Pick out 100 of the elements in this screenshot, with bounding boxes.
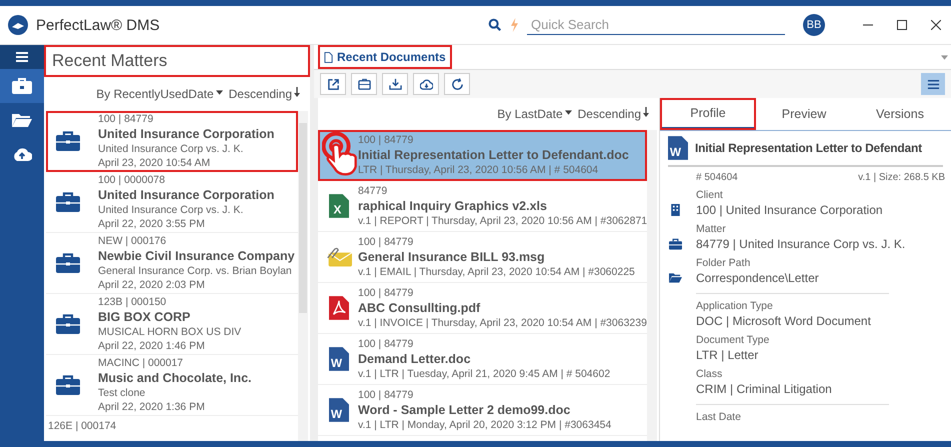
- matter-item[interactable]: MACINC | 000017 Music and Chocolate, Inc. Test clone April 22, 2020 1:36 PM: [46, 355, 298, 416]
- document-item[interactable]: 100 | 84779 General Insurance BILL 93.msg v.1 | EMAIL | Thursday, April 23, 2020 10:54 AM | #3060225: [318, 232, 648, 283]
- matter-date: April 22, 2020 3:55 PM: [98, 217, 206, 231]
- profile-tab[interactable]: Preview: [756, 98, 852, 130]
- field-value: Correspondence\Letter: [696, 270, 819, 286]
- lightning-icon: [510, 18, 519, 32]
- caret-icon[interactable]: [941, 54, 948, 60]
- field-value: 84779 | United Insurance Corp vs. J. K.: [696, 236, 906, 252]
- matter-description: United Insurance Corp vs. J. K.: [98, 142, 244, 156]
- matter-date: April 22, 2020 1:36 PM: [98, 400, 206, 414]
- matter-description: United Insurance Corp vs. J. K.: [98, 203, 244, 217]
- document-details: v.1 | LTR | Tuesday, April 21, 2020 9:45 AM | # 504602: [358, 367, 610, 381]
- email-attachment-icon: [326, 247, 352, 267]
- document-name: Demand Letter.doc: [358, 351, 472, 367]
- open-external-icon: [326, 78, 340, 90]
- pdf-file-icon: [329, 296, 349, 320]
- logo-icon: [8, 15, 28, 35]
- menu-button[interactable]: [0, 45, 44, 69]
- folder-icon: [12, 112, 32, 128]
- word-file-icon: W: [329, 398, 349, 422]
- close-icon[interactable]: [931, 20, 941, 30]
- matter-date: April 23, 2020 10:54 AM: [98, 156, 212, 170]
- panel-title: Recent Matters: [44, 45, 310, 77]
- field-value: DOC | Microsoft Word Document: [696, 313, 871, 329]
- search-icon[interactable]: [488, 18, 502, 32]
- scrollbar[interactable]: [298, 111, 308, 441]
- folder-icon: [669, 272, 682, 284]
- matter-item[interactable]: 100 | 0000078 United Insurance Corporation United Insurance Corp vs. J. K. April 22, 2020 3:55 PM: [46, 172, 298, 233]
- sort-field-dropdown[interactable]: By LastDate: [497, 107, 572, 121]
- recent-documents-tab[interactable]: Recent Documents: [318, 45, 452, 69]
- briefcase-icon: [669, 238, 682, 250]
- caret-icon: [216, 90, 223, 96]
- field-value: 100 | United Insurance Corporation: [696, 202, 883, 218]
- field-label: Application Type: [695, 299, 774, 313]
- tray-download-icon: [388, 78, 402, 90]
- field-label: Client: [695, 188, 724, 202]
- matter-code: 100 | 84779: [358, 235, 414, 249]
- matter-date: April 22, 2020 2:03 PM: [98, 278, 206, 292]
- field-label: Folder Path: [695, 256, 752, 270]
- pointer-hand-icon: [322, 132, 358, 176]
- document-item[interactable]: W 100 | 84779 Demand Letter.doc v.1 | LTR | Tuesday, April 21, 2020 9:45 AM | # 504602: [318, 334, 648, 385]
- profile-tab[interactable]: Profile: [660, 98, 756, 130]
- list-view-button[interactable]: [921, 73, 945, 95]
- sort-field-dropdown[interactable]: By RecentlyUsedDate: [96, 87, 223, 101]
- field-label: Matter: [695, 222, 727, 236]
- document-item[interactable]: W 100 | 84779 Word - Sample Letter 2 demo99.doc v.1 | LTR | Monday, April 20, 2020 3:12 PM | #3063454: [318, 385, 648, 436]
- matter-code: 100 | 84779: [358, 388, 414, 402]
- open-button[interactable]: [320, 73, 346, 95]
- checkin-button[interactable]: [382, 73, 408, 95]
- document-details: v.1 | REPORT | Thursday, April 23, 2020 10:56 AM | #3062871: [358, 214, 648, 228]
- document-icon: [324, 52, 333, 62]
- matter-description: General Insurance Corp. vs. Brian Boylan: [98, 264, 293, 278]
- matter-code: 100 | 84779: [358, 337, 414, 351]
- matter-item[interactable]: 123B | 000150 BIG BOX CORP MUSICAL HORN BOX US DIV April 22, 2020 1:46 PM: [46, 294, 298, 355]
- matter-code: 100 | 84779: [358, 133, 414, 147]
- refresh-button[interactable]: [444, 73, 470, 95]
- briefcase-icon: [358, 78, 370, 90]
- nav-item[interactable]: [0, 69, 44, 103]
- document-name: raphical Inquiry Graphics v2.xls: [358, 198, 548, 214]
- maximize-icon[interactable]: [897, 20, 907, 30]
- matter-item[interactable]: NEW | 000176 Newbie Civil Insurance Company General Insurance Corp. vs. Brian Boylan April 22, 2020 2:03 PM: [46, 233, 298, 294]
- arrow-down-icon: [294, 87, 300, 98]
- client-name: Newbie Civil Insurance Company: [98, 248, 295, 264]
- matter-code: 100 | 84779: [358, 286, 414, 300]
- document-title: Initial Representation Letter to Defendant: [695, 141, 922, 155]
- caret-icon: [564, 110, 572, 116]
- briefcase-button[interactable]: [351, 73, 377, 95]
- document-item[interactable]: 100 | 84779 Initial Representation Letter to Defendant.doc LTR | Thursday, April 23, 2020 10:56 AM | # 504604: [318, 130, 648, 181]
- briefcase-icon: [56, 131, 80, 151]
- document-item[interactable]: X 84779 raphical Inquiry Graphics v2.xls v.1 | REPORT | Thursday, April 23, 2020 10:56 AM | #3062871: [318, 181, 648, 232]
- document-details: v.1 | LTR | Monday, April 20, 2020 3:12 PM | #3063454: [358, 418, 612, 432]
- version-size: v.1 | Size: 268.5 KB: [858, 172, 945, 183]
- profile-tab[interactable]: Versions: [852, 98, 948, 130]
- refresh-icon: [450, 78, 464, 90]
- client-name: United Insurance Corporation: [98, 187, 274, 203]
- spreadsheet-file-icon: X: [329, 194, 349, 218]
- sort-order-button[interactable]: Descending: [228, 86, 300, 102]
- matter-description: MUSICAL HORN BOX US DIV: [98, 325, 242, 339]
- briefcase-icon: [12, 78, 32, 94]
- matter-code: NEW | 000176: [98, 234, 168, 248]
- document-item[interactable]: 100 | 84779 ABC Consullting.pdf v.1 | INVOICE | Thursday, April 23, 2020 10:54 AM | #3063239: [318, 283, 648, 334]
- user-avatar[interactable]: BB: [803, 14, 825, 36]
- briefcase-icon: [56, 314, 80, 334]
- scrollbar[interactable]: [647, 130, 658, 441]
- sort-order-button[interactable]: Descending: [578, 106, 649, 122]
- document-number: # 504604: [696, 172, 738, 183]
- matter-code: 126E | 000174: [48, 419, 116, 433]
- word-file-icon: W: [668, 135, 688, 161]
- app-title: PerfectLaw® DMS: [36, 16, 160, 34]
- matter-code: 100 | 84779: [98, 112, 154, 126]
- field-label: Class: [695, 367, 724, 381]
- matter-code: MACINC | 000017: [98, 356, 184, 370]
- word-file-icon: W: [329, 347, 349, 371]
- building-icon: [669, 204, 682, 216]
- arrow-down-icon: [643, 107, 649, 118]
- matter-item[interactable]: 100 | 84779 United Insurance Corporation United Insurance Corp vs. J. K. April 23, 2020 10:54 AM: [46, 111, 298, 172]
- document-details: v.1 | INVOICE | Thursday, April 23, 2020 10:54 AM | #3063239: [358, 316, 647, 330]
- download-button[interactable]: [413, 73, 439, 95]
- cloud-download-icon: [420, 78, 432, 90]
- briefcase-icon: [56, 375, 80, 395]
